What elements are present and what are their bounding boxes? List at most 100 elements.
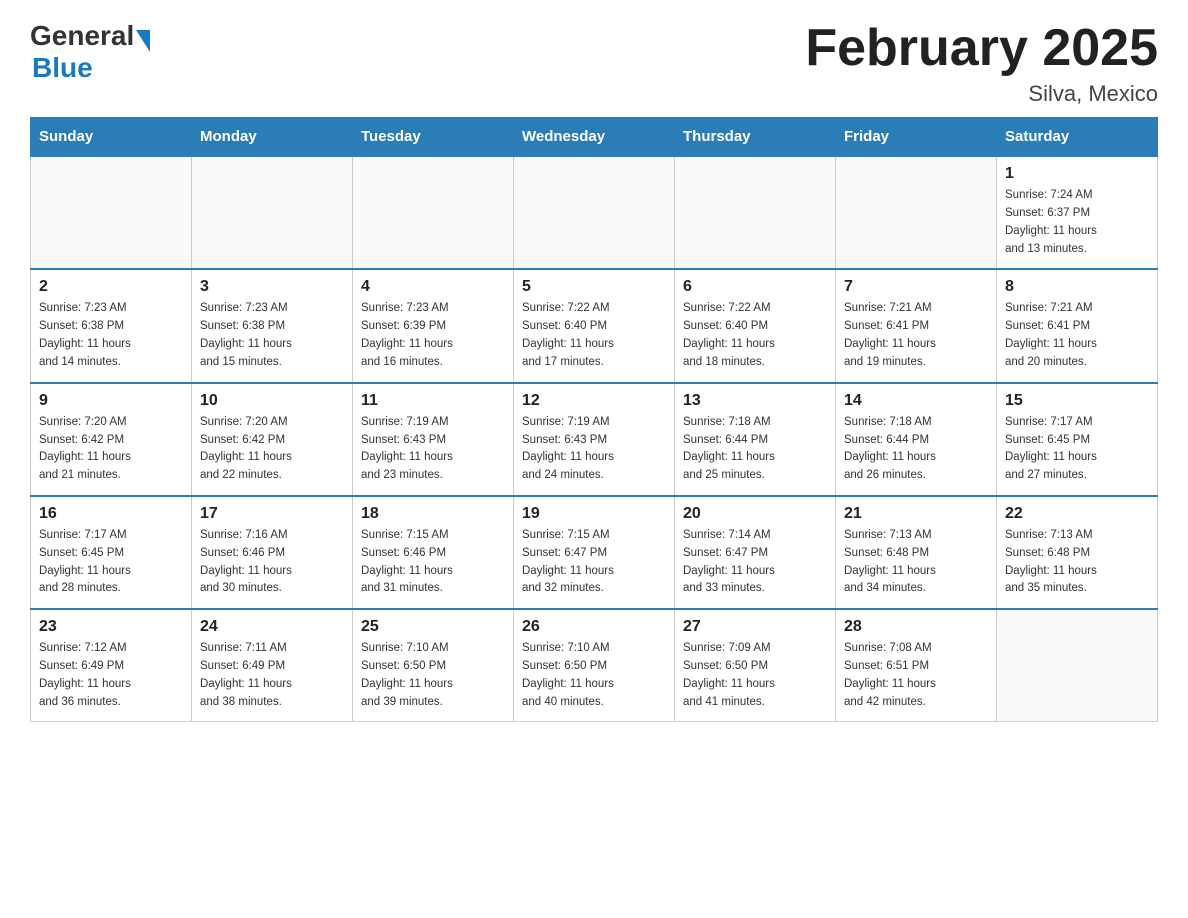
- calendar-cell: 7 Sunrise: 7:21 AMSunset: 6:41 PMDaylight…: [836, 269, 997, 382]
- day-info: Sunrise: 7:19 AMSunset: 6:43 PMDaylight:…: [361, 414, 505, 485]
- calendar-cell: 11Sunrise: 7:19 AMSunset: 6:43 PMDayligh…: [353, 383, 514, 496]
- day-info: Sunrise: 7:13 AMSunset: 6:48 PMDaylight:…: [844, 527, 988, 598]
- day-number: 25: [361, 618, 505, 636]
- weekday-header-thursday: Thursday: [675, 118, 836, 157]
- day-info: Sunrise: 7:19 AMSunset: 6:43 PMDaylight:…: [522, 414, 666, 485]
- day-info: Sunrise: 7:08 AMSunset: 6:51 PMDaylight:…: [844, 640, 988, 711]
- day-number: 7: [844, 278, 988, 296]
- day-number: 28: [844, 618, 988, 636]
- day-number: 15: [1005, 392, 1149, 410]
- logo: General Blue: [30, 20, 150, 84]
- day-info: Sunrise: 7:14 AMSunset: 6:47 PMDaylight:…: [683, 527, 827, 598]
- weekday-header-tuesday: Tuesday: [353, 118, 514, 157]
- day-info: Sunrise: 7:11 AMSunset: 6:49 PMDaylight:…: [200, 640, 344, 711]
- day-info: Sunrise: 7:15 AMSunset: 6:46 PMDaylight:…: [361, 527, 505, 598]
- calendar-cell: [997, 609, 1158, 722]
- logo-arrow-icon: [136, 30, 150, 52]
- calendar-cell: 14Sunrise: 7:18 AMSunset: 6:44 PMDayligh…: [836, 383, 997, 496]
- day-info: Sunrise: 7:20 AMSunset: 6:42 PMDaylight:…: [39, 414, 183, 485]
- title-block: February 2025 Silva, Mexico: [805, 20, 1158, 107]
- day-info: Sunrise: 7:16 AMSunset: 6:46 PMDaylight:…: [200, 527, 344, 598]
- day-info: Sunrise: 7:21 AMSunset: 6:41 PMDaylight:…: [1005, 300, 1149, 371]
- day-number: 27: [683, 618, 827, 636]
- day-info: Sunrise: 7:12 AMSunset: 6:49 PMDaylight:…: [39, 640, 183, 711]
- calendar-cell: [836, 156, 997, 269]
- day-number: 3: [200, 278, 344, 296]
- day-number: 17: [200, 505, 344, 523]
- calendar-cell: 2 Sunrise: 7:23 AMSunset: 6:38 PMDaylight…: [31, 269, 192, 382]
- day-info: Sunrise: 7:21 AMSunset: 6:41 PMDaylight:…: [844, 300, 988, 371]
- page-header: General Blue February 2025 Silva, Mexico: [30, 20, 1158, 107]
- calendar-cell: 27 Sunrise: 7:09 AMSunset: 6:50 PMDayligh…: [675, 609, 836, 722]
- calendar-cell: 10 Sunrise: 7:20 AMSunset: 6:42 PMDayligh…: [192, 383, 353, 496]
- day-number: 23: [39, 618, 183, 636]
- day-number: 12: [522, 392, 666, 410]
- weekday-header-saturday: Saturday: [997, 118, 1158, 157]
- day-number: 13: [683, 392, 827, 410]
- calendar-cell: 15 Sunrise: 7:17 AMSunset: 6:45 PMDayligh…: [997, 383, 1158, 496]
- calendar-cell: 9 Sunrise: 7:20 AMSunset: 6:42 PMDaylight…: [31, 383, 192, 496]
- day-number: 10: [200, 392, 344, 410]
- day-info: Sunrise: 7:22 AMSunset: 6:40 PMDaylight:…: [683, 300, 827, 371]
- calendar-cell: 28 Sunrise: 7:08 AMSunset: 6:51 PMDayligh…: [836, 609, 997, 722]
- day-info: Sunrise: 7:23 AMSunset: 6:39 PMDaylight:…: [361, 300, 505, 371]
- calendar-cell: 6 Sunrise: 7:22 AMSunset: 6:40 PMDaylight…: [675, 269, 836, 382]
- calendar-cell: 26Sunrise: 7:10 AMSunset: 6:50 PMDayligh…: [514, 609, 675, 722]
- day-info: Sunrise: 7:20 AMSunset: 6:42 PMDaylight:…: [200, 414, 344, 485]
- day-info: Sunrise: 7:17 AMSunset: 6:45 PMDaylight:…: [1005, 414, 1149, 485]
- calendar-cell: 25 Sunrise: 7:10 AMSunset: 6:50 PMDayligh…: [353, 609, 514, 722]
- day-number: 5: [522, 278, 666, 296]
- day-info: Sunrise: 7:23 AMSunset: 6:38 PMDaylight:…: [39, 300, 183, 371]
- calendar-cell: [31, 156, 192, 269]
- calendar-cell: 23 Sunrise: 7:12 AMSunset: 6:49 PMDayligh…: [31, 609, 192, 722]
- logo-blue-text: Blue: [32, 52, 93, 84]
- day-info: Sunrise: 7:24 AMSunset: 6:37 PMDaylight:…: [1005, 187, 1149, 258]
- calendar-cell: 21 Sunrise: 7:13 AMSunset: 6:48 PMDayligh…: [836, 496, 997, 609]
- calendar-cell: 24 Sunrise: 7:11 AMSunset: 6:49 PMDayligh…: [192, 609, 353, 722]
- day-info: Sunrise: 7:09 AMSunset: 6:50 PMDaylight:…: [683, 640, 827, 711]
- day-number: 1: [1005, 165, 1149, 183]
- calendar-cell: [192, 156, 353, 269]
- day-number: 16: [39, 505, 183, 523]
- calendar-cell: [353, 156, 514, 269]
- calendar-week-row: 1 Sunrise: 7:24 AMSunset: 6:37 PMDaylight…: [31, 156, 1158, 269]
- weekday-header-row: SundayMondayTuesdayWednesdayThursdayFrid…: [31, 118, 1158, 157]
- calendar-cell: 17 Sunrise: 7:16 AMSunset: 6:46 PMDayligh…: [192, 496, 353, 609]
- day-info: Sunrise: 7:10 AMSunset: 6:50 PMDaylight:…: [361, 640, 505, 711]
- day-number: 20: [683, 505, 827, 523]
- calendar-cell: 20 Sunrise: 7:14 AMSunset: 6:47 PMDayligh…: [675, 496, 836, 609]
- calendar-cell: 13 Sunrise: 7:18 AMSunset: 6:44 PMDayligh…: [675, 383, 836, 496]
- day-info: Sunrise: 7:10 AMSunset: 6:50 PMDaylight:…: [522, 640, 666, 711]
- day-number: 14: [844, 392, 988, 410]
- weekday-header-sunday: Sunday: [31, 118, 192, 157]
- calendar-cell: 16 Sunrise: 7:17 AMSunset: 6:45 PMDayligh…: [31, 496, 192, 609]
- day-number: 9: [39, 392, 183, 410]
- calendar-cell: 8Sunrise: 7:21 AMSunset: 6:41 PMDaylight…: [997, 269, 1158, 382]
- day-number: 19: [522, 505, 666, 523]
- day-number: 2: [39, 278, 183, 296]
- calendar-cell: 18 Sunrise: 7:15 AMSunset: 6:46 PMDayligh…: [353, 496, 514, 609]
- calendar-subtitle: Silva, Mexico: [805, 81, 1158, 107]
- day-info: Sunrise: 7:18 AMSunset: 6:44 PMDaylight:…: [683, 414, 827, 485]
- calendar-table: SundayMondayTuesdayWednesdayThursdayFrid…: [30, 117, 1158, 722]
- day-info: Sunrise: 7:17 AMSunset: 6:45 PMDaylight:…: [39, 527, 183, 598]
- calendar-cell: 12 Sunrise: 7:19 AMSunset: 6:43 PMDayligh…: [514, 383, 675, 496]
- calendar-cell: 4 Sunrise: 7:23 AMSunset: 6:39 PMDaylight…: [353, 269, 514, 382]
- calendar-week-row: 2 Sunrise: 7:23 AMSunset: 6:38 PMDaylight…: [31, 269, 1158, 382]
- day-info: Sunrise: 7:23 AMSunset: 6:38 PMDaylight:…: [200, 300, 344, 371]
- day-info: Sunrise: 7:22 AMSunset: 6:40 PMDaylight:…: [522, 300, 666, 371]
- calendar-title: February 2025: [805, 20, 1158, 77]
- weekday-header-friday: Friday: [836, 118, 997, 157]
- weekday-header-wednesday: Wednesday: [514, 118, 675, 157]
- calendar-week-row: 16 Sunrise: 7:17 AMSunset: 6:45 PMDayligh…: [31, 496, 1158, 609]
- day-number: 18: [361, 505, 505, 523]
- day-number: 6: [683, 278, 827, 296]
- day-number: 24: [200, 618, 344, 636]
- calendar-cell: 5 Sunrise: 7:22 AMSunset: 6:40 PMDaylight…: [514, 269, 675, 382]
- day-info: Sunrise: 7:13 AMSunset: 6:48 PMDaylight:…: [1005, 527, 1149, 598]
- day-number: 22: [1005, 505, 1149, 523]
- calendar-cell: 3 Sunrise: 7:23 AMSunset: 6:38 PMDaylight…: [192, 269, 353, 382]
- day-number: 21: [844, 505, 988, 523]
- weekday-header-monday: Monday: [192, 118, 353, 157]
- day-number: 4: [361, 278, 505, 296]
